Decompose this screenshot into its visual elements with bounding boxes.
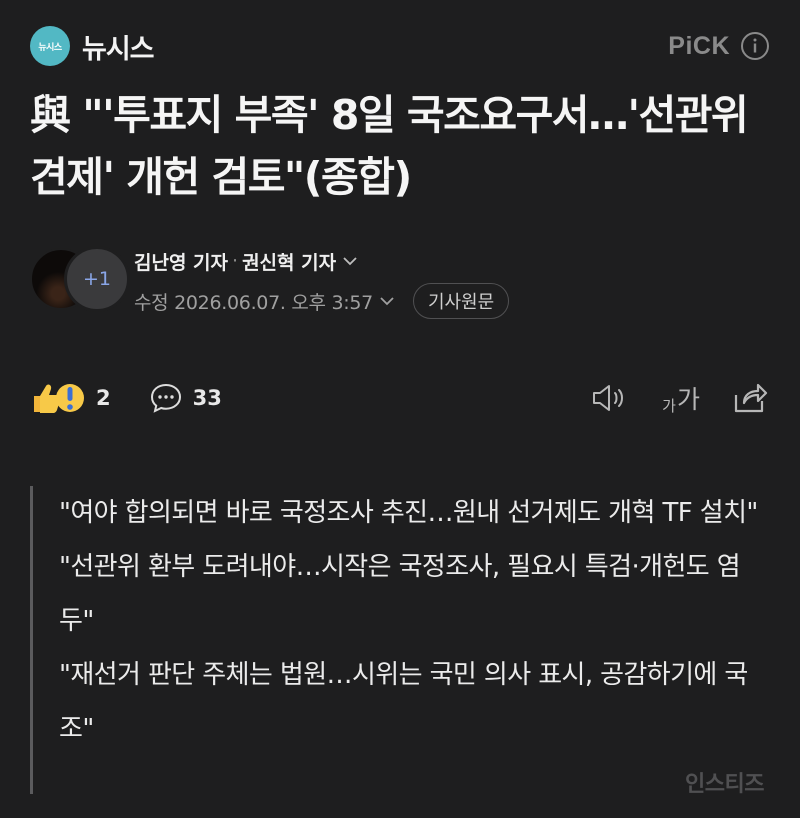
reporter-separator: · [232, 250, 239, 272]
watermark: 인스티즈 [685, 772, 764, 797]
more-reporters-badge[interactable]: +1 [64, 246, 130, 312]
reporter-list[interactable]: 김난영 기자 · 권신혁 기자 [134, 246, 509, 276]
comment-button[interactable]: 33 [149, 381, 222, 415]
engagement: 2 33 [30, 380, 222, 416]
article-title: 與 "'투표지 부족' 8일 국조요구서…'선관위 견제' 개헌 검토"(종합) [30, 91, 749, 201]
byline-meta: 김난영 기자 · 권신혁 기자 수정 2026.06.07. 오후 3:57 기… [134, 244, 510, 320]
top-bar: 뉴시스 뉴시스 PiCK [30, 26, 770, 66]
font-small-label: 가 [662, 397, 676, 415]
font-size-button[interactable]: 가 가 [662, 380, 700, 416]
pick-badge[interactable]: PiCK [668, 31, 770, 61]
article-tools: 가 가 [590, 380, 768, 416]
summary-item: "선관위 환부 도려내야…시작은 국정조사, 필요시 특검·개헌도 염두" [59, 552, 741, 636]
reporter-avatars[interactable]: +1 [30, 244, 130, 312]
comment-count: 33 [192, 386, 222, 410]
press-name[interactable]: 뉴시스 [82, 27, 155, 66]
font-large-label: 가 [676, 385, 700, 414]
article-page: 뉴시스 뉴시스 PiCK 與 "'투표지 부족' 8일 국조요구서…'선관위 견… [0, 0, 800, 818]
chevron-down-icon[interactable] [379, 293, 395, 309]
comment-icon [150, 383, 181, 413]
press-logo[interactable]: 뉴시스 [30, 26, 70, 66]
summary-item: "재선거 판단 주체는 법원…시위는 국민 의사 표시, 공감하기에 국조" [59, 660, 748, 744]
share-icon[interactable] [732, 381, 768, 415]
reporter-name[interactable]: 김난영 기자 [134, 248, 228, 275]
press-brand[interactable]: 뉴시스 뉴시스 [30, 26, 155, 66]
exclamation-icon [56, 384, 84, 412]
speaker-icon[interactable] [590, 381, 630, 415]
action-bar: 2 33 가 가 [30, 376, 770, 420]
chevron-down-icon[interactable] [342, 253, 358, 269]
pick-label: PiCK [668, 31, 730, 60]
reaction-button[interactable] [30, 380, 86, 416]
info-icon[interactable] [740, 31, 770, 61]
reporter-name[interactable]: 권신혁 기자 [242, 248, 336, 275]
reaction-count: 2 [96, 386, 111, 410]
original-article-button[interactable]: 기사원문 [412, 283, 510, 319]
byline: +1 김난영 기자 · 권신혁 기자 수정 2026.06.07. 오후 3:5… [30, 244, 770, 320]
article-summary: "여야 합의되면 바로 국정조사 추진…원내 선거제도 개혁 TF 설치" "선… [30, 486, 760, 794]
date-row: 수정 2026.06.07. 오후 3:57 기사원문 [134, 282, 510, 320]
article-date: 수정 2026.06.07. 오후 3:57 [134, 291, 373, 314]
summary-item: "여야 합의되면 바로 국정조사 추진…원내 선거제도 개혁 TF 설치" [59, 498, 758, 528]
